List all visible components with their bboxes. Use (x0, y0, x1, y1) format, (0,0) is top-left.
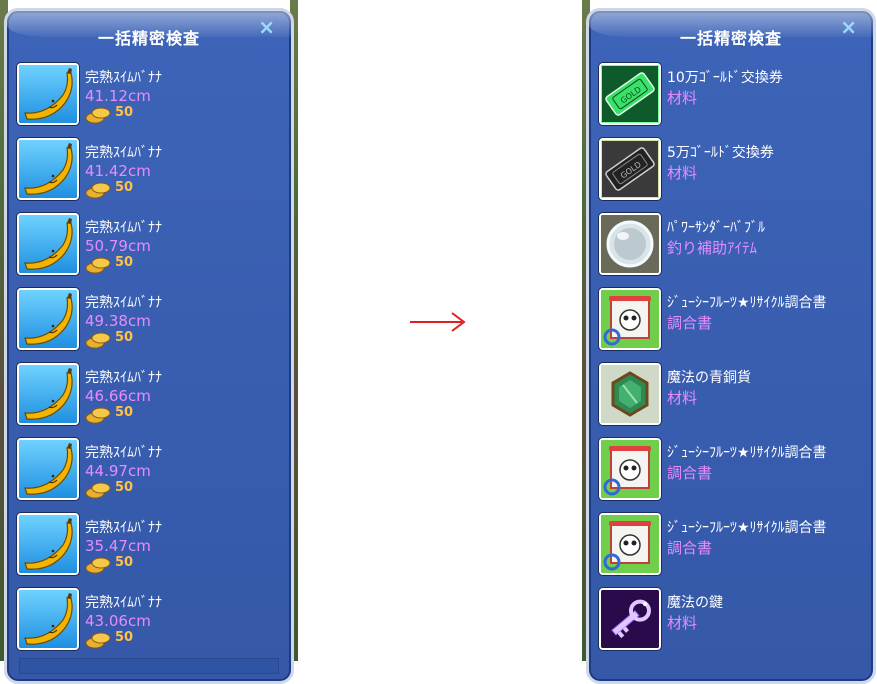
item-row[interactable]: 完熟ｽｲﾑﾊﾞﾅﾅ 41.42cm 50 (13, 136, 285, 208)
item-size: 49.38cm (85, 312, 151, 330)
item-row[interactable]: 完熟ｽｲﾑﾊﾞﾅﾅ 43.06cm 50 (13, 586, 285, 658)
close-icon[interactable]: × (840, 15, 857, 39)
item-category: 調合書 (667, 314, 713, 332)
item-category: 釣り補助ｱｲﾃﾑ (667, 239, 758, 257)
right-inspection-window: 一括精密検査 × GOLD 10万ｺﾞｰﾙﾄﾞ交換券 材料 GOLD 5万ｺﾞｰﾙ… (586, 8, 876, 684)
banana-icon[interactable] (17, 438, 79, 500)
arrow-right-icon (410, 312, 466, 332)
item-size: 43.06cm (85, 612, 151, 630)
item-name: ｼﾞｭｰｼｰﾌﾙｰﾂ★ﾘｻｲｸﾙ調合書 (667, 295, 827, 311)
item-category: 材料 (667, 89, 698, 107)
item-price: 50 (115, 255, 134, 270)
banana-icon[interactable] (17, 288, 79, 350)
gold-coin-icon (85, 481, 111, 503)
item-row[interactable]: 完熟ｽｲﾑﾊﾞﾅﾅ 44.97cm 50 (13, 436, 285, 508)
gold-coin-icon (85, 631, 111, 653)
banana-icon[interactable] (17, 588, 79, 650)
gold-coin-icon (85, 556, 111, 578)
gold-coin-icon (85, 256, 111, 278)
item-size: 44.97cm (85, 462, 151, 480)
banana-icon[interactable] (17, 513, 79, 575)
gold-coin-icon (85, 406, 111, 428)
item-category: 調合書 (667, 539, 713, 557)
item-name: 完熟ｽｲﾑﾊﾞﾅﾅ (85, 70, 162, 86)
item-category: 材料 (667, 614, 698, 632)
item-row[interactable]: ｼﾞｭｰｼｰﾌﾙｰﾂ★ﾘｻｲｸﾙ調合書 調合書 (595, 511, 867, 583)
item-price: 50 (115, 630, 134, 645)
item-name: ｼﾞｭｰｼｰﾌﾙｰﾂ★ﾘｻｲｸﾙ調合書 (667, 520, 827, 536)
recipe-scroll-icon[interactable] (599, 438, 661, 500)
item-row[interactable]: GOLD 5万ｺﾞｰﾙﾄﾞ交換券 材料 (595, 136, 867, 208)
gold-coin-icon (85, 181, 111, 203)
item-name: 完熟ｽｲﾑﾊﾞﾅﾅ (85, 220, 162, 236)
item-size: 41.42cm (85, 162, 151, 180)
item-row[interactable]: ｼﾞｭｰｼｰﾌﾙｰﾂ★ﾘｻｲｸﾙ調合書 調合書 (595, 436, 867, 508)
item-name: 完熟ｽｲﾑﾊﾞﾅﾅ (85, 145, 162, 161)
bottom-scroll-bar[interactable] (19, 658, 279, 674)
item-price: 50 (115, 405, 134, 420)
item-name: 完熟ｽｲﾑﾊﾞﾅﾅ (85, 445, 162, 461)
item-name: ﾊﾟﾜｰｻﾝﾀﾞｰﾊﾞﾌﾞﾙ (667, 220, 765, 236)
item-row[interactable]: GOLD 10万ｺﾞｰﾙﾄﾞ交換券 材料 (595, 61, 867, 133)
gold-coin-icon (85, 331, 111, 353)
item-name: 完熟ｽｲﾑﾊﾞﾅﾅ (85, 520, 162, 536)
item-price: 50 (115, 105, 134, 120)
item-category: 調合書 (667, 464, 713, 482)
bubble-icon[interactable] (599, 213, 661, 275)
item-category: 材料 (667, 164, 698, 182)
banana-icon[interactable] (17, 363, 79, 425)
item-size: 50.79cm (85, 237, 151, 255)
item-price: 50 (115, 555, 134, 570)
item-category: 材料 (667, 389, 698, 407)
gold-coin-icon (85, 106, 111, 128)
item-price: 50 (115, 180, 134, 195)
item-name: 魔法の鍵 (667, 595, 723, 611)
item-name: 完熟ｽｲﾑﾊﾞﾅﾅ (85, 595, 162, 611)
item-row[interactable]: 完熟ｽｲﾑﾊﾞﾅﾅ 46.66cm 50 (13, 361, 285, 433)
item-row[interactable]: 完熟ｽｲﾑﾊﾞﾅﾅ 49.38cm 50 (13, 286, 285, 358)
banana-icon[interactable] (17, 138, 79, 200)
recipe-scroll-icon[interactable] (599, 288, 661, 350)
window-title: 一括精密検査 (97, 29, 200, 48)
gold-ticket-dark-icon[interactable]: GOLD (599, 138, 661, 200)
item-row[interactable]: ﾊﾟﾜｰｻﾝﾀﾞｰﾊﾞﾌﾞﾙ 釣り補助ｱｲﾃﾑ (595, 211, 867, 283)
banana-icon[interactable] (17, 63, 79, 125)
item-row[interactable]: 完熟ｽｲﾑﾊﾞﾅﾅ 50.79cm 50 (13, 211, 285, 283)
item-price: 50 (115, 480, 134, 495)
item-row[interactable]: 魔法の鍵 材料 (595, 586, 867, 658)
item-size: 46.66cm (85, 387, 151, 405)
item-price: 50 (115, 330, 134, 345)
item-row[interactable]: ｼﾞｭｰｼｰﾌﾙｰﾂ★ﾘｻｲｸﾙ調合書 調合書 (595, 286, 867, 358)
item-name: 魔法の青銅貨 (667, 370, 751, 386)
item-name: 完熟ｽｲﾑﾊﾞﾅﾅ (85, 370, 162, 386)
recipe-scroll-icon[interactable] (599, 513, 661, 575)
item-row[interactable]: 完熟ｽｲﾑﾊﾞﾅﾅ 35.47cm 50 (13, 511, 285, 583)
item-row[interactable]: 魔法の青銅貨 材料 (595, 361, 867, 433)
item-name: ｼﾞｭｰｼｰﾌﾙｰﾂ★ﾘｻｲｸﾙ調合書 (667, 445, 827, 461)
close-icon[interactable]: × (258, 15, 275, 39)
item-size: 41.12cm (85, 87, 151, 105)
window-title: 一括精密検査 (679, 29, 782, 48)
item-name: 10万ｺﾞｰﾙﾄﾞ交換券 (667, 70, 783, 86)
banana-icon[interactable] (17, 213, 79, 275)
item-row[interactable]: 完熟ｽｲﾑﾊﾞﾅﾅ 41.12cm 50 (13, 61, 285, 133)
item-name: 5万ｺﾞｰﾙﾄﾞ交換券 (667, 145, 774, 161)
item-size: 35.47cm (85, 537, 151, 555)
bronze-coin-icon[interactable] (599, 363, 661, 425)
item-name: 完熟ｽｲﾑﾊﾞﾅﾅ (85, 295, 162, 311)
gold-ticket-green-icon[interactable]: GOLD (599, 63, 661, 125)
magic-key-icon[interactable] (599, 588, 661, 650)
left-inspection-window: 一括精密検査 × 完熟ｽｲﾑﾊﾞﾅﾅ 41.12cm 50 完熟ｽｲﾑﾊﾞﾅﾅ 41… (4, 8, 294, 684)
